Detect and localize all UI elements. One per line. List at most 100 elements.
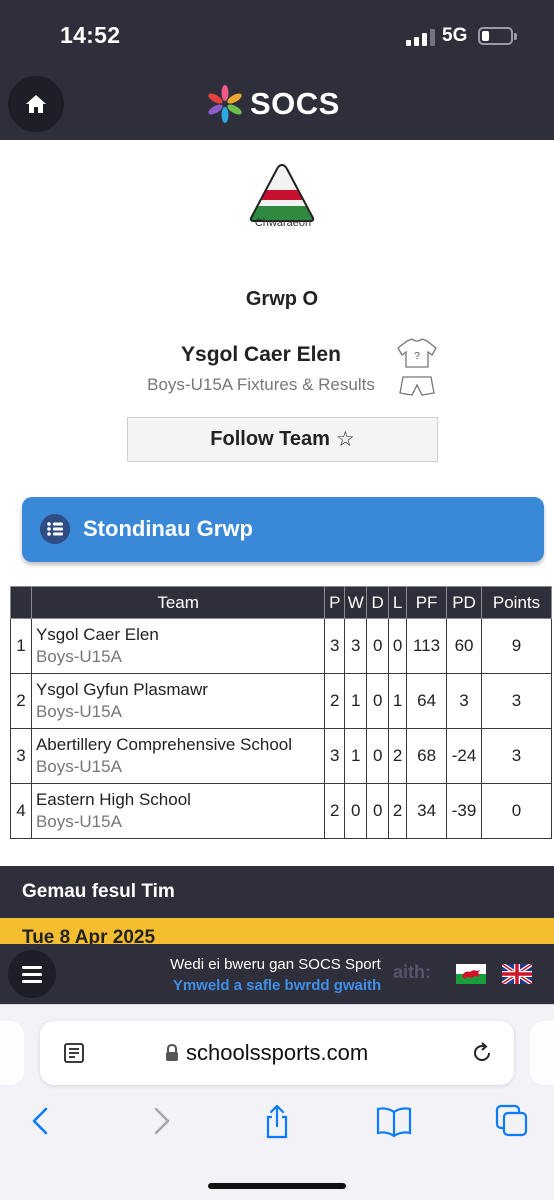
col-header-position <box>10 586 32 619</box>
fixtures-section-header: Gemau fesul Tim <box>0 866 554 918</box>
team-age-group: Boys-U15A <box>35 757 122 776</box>
logo-text: SOCS <box>250 86 340 121</box>
cell-lost: 2 <box>388 728 408 784</box>
uk-flag-icon[interactable] <box>502 964 532 984</box>
cell-points: 9 <box>481 618 552 674</box>
follow-team-label: Follow Team <box>210 428 330 450</box>
team-link[interactable]: Abertillery Comprehensive School <box>36 734 324 756</box>
cell-won: 1 <box>344 673 368 729</box>
team-name: Ysgol Caer Elen <box>181 343 341 366</box>
table-row: 3 Abertillery Comprehensive School Boys-U… <box>10 728 552 784</box>
cell-points-for: 68 <box>406 728 448 784</box>
col-header-points-diff: PD <box>446 586 483 619</box>
cell-points-for: 34 <box>406 783 448 839</box>
shorts-icon <box>399 376 435 396</box>
cell-points-diff: -39 <box>446 783 483 839</box>
cell-team[interactable]: Eastern High School Boys-U15A <box>30 783 326 839</box>
cell-points: 3 <box>481 728 552 784</box>
reader-mode-icon[interactable] <box>62 1041 86 1065</box>
team-link[interactable]: Ysgol Caer Elen <box>36 624 324 646</box>
cell-drawn: 0 <box>366 728 390 784</box>
standings-banner-label: Stondinau Grwp <box>83 516 253 541</box>
url-text[interactable]: schoolssports.com <box>186 1040 368 1066</box>
standings-table: Team P W D L PF PD Points 1 Ysgol Caer E… <box>10 586 552 839</box>
team-age-group: Boys-U15A <box>35 812 122 831</box>
tabs-icon[interactable] <box>494 1103 530 1139</box>
col-header-played: P <box>324 586 346 619</box>
col-header-points-for: PF <box>406 586 448 619</box>
star-icon: ☆ <box>335 428 355 451</box>
cell-points-for: 64 <box>406 673 448 729</box>
col-header-points: Points <box>481 586 552 619</box>
reload-icon[interactable] <box>470 1041 494 1065</box>
cell-played: 3 <box>324 618 346 674</box>
col-header-lost: L <box>388 586 408 619</box>
next-tab-edge[interactable] <box>530 1021 554 1085</box>
home-button[interactable] <box>8 76 64 132</box>
team-kit: ? <box>397 338 437 396</box>
cell-points-diff: 3 <box>446 673 483 729</box>
cell-position: 4 <box>10 783 32 839</box>
cell-team[interactable]: Ysgol Caer Elen Boys-U15A <box>30 618 326 674</box>
follow-team-button[interactable]: Follow Team ☆ <box>127 417 438 462</box>
team-age-group: Boys-U15A <box>35 647 122 666</box>
cell-played: 3 <box>324 728 346 784</box>
cell-lost: 0 <box>388 618 408 674</box>
back-icon[interactable] <box>28 1103 54 1139</box>
cell-points-diff: -24 <box>446 728 483 784</box>
fixture-date-bar: Tue 8 Apr 2025 <box>0 918 554 946</box>
cell-won: 0 <box>344 783 368 839</box>
socs-pinwheel-icon <box>208 85 242 123</box>
address-bar[interactable]: schoolssports.com <box>40 1021 514 1085</box>
col-header-team: Team <box>30 586 326 619</box>
cell-points: 0 <box>481 783 552 839</box>
home-icon <box>26 95 46 113</box>
cell-won: 3 <box>344 618 368 674</box>
group-title: Grwp O <box>245 288 319 310</box>
cell-points-diff: 60 <box>446 618 483 674</box>
status-bar: 14:52 5G <box>0 0 554 68</box>
socs-logo[interactable]: SOCS <box>206 82 340 126</box>
wales-flag-icon[interactable] <box>456 964 486 984</box>
team-link[interactable]: Ysgol Gyfun Plasmawr <box>36 679 324 701</box>
cell-points: 3 <box>481 673 552 729</box>
cellular-signal-icon <box>406 28 436 46</box>
chwaraeon-crest-logo <box>249 163 315 222</box>
team-subtitle: Boys-U15A Fixtures & Results <box>147 375 375 394</box>
bookmarks-icon[interactable] <box>375 1103 413 1139</box>
list-icon <box>40 514 70 544</box>
home-indicator <box>208 1183 346 1189</box>
site-footer: aith: Wedi ei bweru gan SOCS Sport Ymwel… <box>0 944 554 1004</box>
col-header-drawn: D <box>366 586 390 619</box>
table-row: 4 Eastern High School Boys-U15A 2 0 0 2 3… <box>10 783 552 839</box>
cell-drawn: 0 <box>366 783 390 839</box>
app-header: SOCS <box>0 68 554 140</box>
cell-drawn: 0 <box>366 618 390 674</box>
cell-drawn: 0 <box>366 673 390 729</box>
lock-icon <box>166 1043 178 1061</box>
status-time: 14:52 <box>60 22 121 48</box>
col-header-won: W <box>344 586 368 619</box>
battery-icon <box>478 27 517 45</box>
browser-chrome: schoolssports.com <box>0 1004 554 1200</box>
cell-lost: 1 <box>388 673 408 729</box>
shirt-mark: ? <box>414 351 420 362</box>
team-age-group: Boys-U15A <box>35 702 122 721</box>
cell-played: 2 <box>324 783 346 839</box>
shirt-icon: ? <box>397 338 437 368</box>
browser-toolbar <box>0 1103 554 1143</box>
crest-caption: Chwaraeon <box>254 217 312 229</box>
cell-team[interactable]: Abertillery Comprehensive School Boys-U15… <box>30 728 326 784</box>
share-icon[interactable] <box>262 1103 292 1141</box>
cell-won: 1 <box>344 728 368 784</box>
team-link[interactable]: Eastern High School <box>36 789 324 811</box>
cell-points-for: 113 <box>406 618 448 674</box>
previous-tab-edge[interactable] <box>0 1021 24 1085</box>
table-row: 1 Ysgol Caer Elen Boys-U15A 3 3 0 0 113 6… <box>10 618 552 674</box>
forward-icon[interactable] <box>148 1103 174 1139</box>
network-type: 5G <box>442 25 468 46</box>
cell-lost: 2 <box>388 783 408 839</box>
standings-banner[interactable]: Stondinau Grwp <box>22 497 544 562</box>
standings-header-row: Team P W D L PF PD Points <box>10 586 552 619</box>
cell-team[interactable]: Ysgol Gyfun Plasmawr Boys-U15A <box>30 673 326 729</box>
